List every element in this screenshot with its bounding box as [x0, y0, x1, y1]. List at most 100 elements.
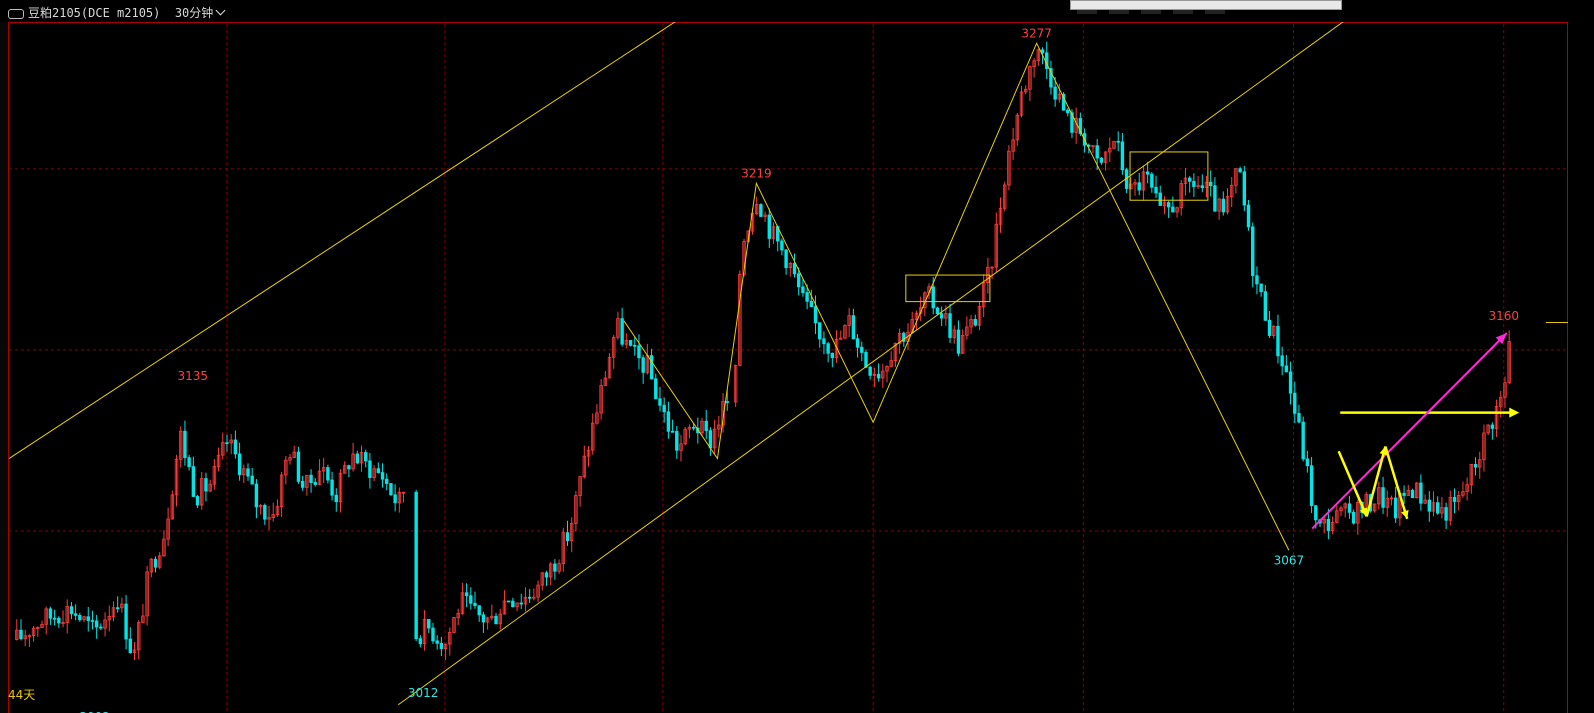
candle-down — [1251, 226, 1255, 277]
candle-down — [263, 504, 267, 520]
candle-down — [1347, 503, 1352, 513]
candle-down — [1187, 177, 1192, 182]
candle-down — [1452, 497, 1457, 502]
candle-down — [544, 572, 549, 578]
channel_upper-line — [8, 22, 676, 459]
tool-icon[interactable] — [1077, 10, 1097, 14]
candle-down — [347, 465, 351, 470]
candle-down — [376, 468, 381, 473]
candle-down — [675, 430, 679, 451]
candle-down — [818, 322, 822, 340]
left-scroll-gutter[interactable] — [0, 22, 9, 713]
candle-down — [473, 602, 477, 607]
candle-down — [553, 563, 557, 572]
interval-select[interactable]: 30分钟 — [175, 6, 213, 20]
chart-title-bar: 豆粕2105(DCE m2105) 30分钟 — [0, 0, 1594, 23]
candle-down — [1120, 141, 1125, 171]
candle-down — [666, 411, 671, 432]
candle-down — [124, 603, 128, 640]
candle-down — [237, 453, 242, 475]
price-marker — [1546, 322, 1568, 323]
candle-down — [368, 460, 372, 479]
candle-down — [780, 240, 784, 251]
price-axis[interactable] — [1546, 22, 1594, 713]
candle-down — [948, 313, 952, 338]
candle-down — [1314, 505, 1318, 521]
candle-down — [309, 474, 313, 483]
low-price-label: 3012 — [408, 686, 439, 700]
candle-down — [1208, 181, 1213, 187]
candle-down — [481, 614, 486, 623]
candle-down — [931, 286, 935, 309]
candle-down — [813, 306, 818, 324]
candle-down — [641, 357, 645, 373]
candle-down — [187, 457, 191, 468]
candle-down — [1246, 204, 1251, 228]
candle-down — [250, 475, 254, 485]
candle-down — [1419, 482, 1423, 504]
candle-down — [1099, 157, 1104, 163]
symbol-title: 豆粕2105(DCE m2105) — [28, 6, 161, 20]
candle-down — [1158, 192, 1162, 206]
candle-down — [704, 420, 708, 432]
candle-down — [233, 439, 238, 455]
candle-down — [380, 472, 385, 480]
candle-down — [1309, 465, 1314, 507]
candle-down — [364, 452, 368, 462]
title-text: 豆粕2105(DCE m2105) 30分钟 — [8, 4, 226, 21]
candle-down — [128, 638, 132, 654]
candle-down — [637, 345, 641, 359]
candle-down — [1288, 371, 1293, 394]
candle-down — [225, 442, 229, 445]
candle-down — [1293, 392, 1297, 414]
candle-down — [670, 430, 675, 433]
consolidation-box — [1129, 151, 1209, 201]
candle-down — [1305, 458, 1310, 467]
candle-down — [855, 338, 860, 348]
high-price-label: 3160 — [1488, 309, 1519, 323]
candle-down — [784, 249, 788, 269]
candle-down — [649, 355, 654, 380]
consolidation-box — [905, 274, 991, 303]
high-price-label: 3219 — [741, 166, 772, 180]
candle-down — [1276, 325, 1280, 357]
arrow-head — [1509, 407, 1520, 418]
candle-down — [326, 467, 330, 481]
low-price-label: 3067 — [1274, 553, 1305, 567]
link-icon[interactable] — [8, 8, 24, 19]
zigzag-trendline — [623, 42, 1290, 551]
candle-down — [1402, 492, 1406, 496]
candle-down — [94, 620, 99, 628]
wave-arrow-line — [1337, 450, 1368, 517]
candle-down — [427, 619, 431, 629]
candle-down — [759, 204, 763, 217]
chevron-down-icon[interactable] — [215, 5, 226, 16]
candle-down — [191, 466, 196, 497]
candle-down — [435, 640, 439, 644]
candle-down — [1116, 140, 1120, 143]
candle-down — [393, 494, 397, 504]
candle-down — [1200, 185, 1204, 189]
candle-down — [654, 378, 658, 400]
high-price-label: 3277 — [1021, 26, 1052, 40]
tool-icon[interactable] — [1173, 10, 1193, 14]
candlestick-chart[interactable]: 3002313530123219327730673160 — [0, 22, 1594, 713]
tool-icon[interactable] — [1141, 10, 1161, 14]
candle-down — [527, 596, 532, 599]
candle-down — [1297, 412, 1301, 423]
tool-icon[interactable] — [1109, 10, 1129, 14]
candle-down — [939, 313, 944, 319]
candle-down — [1410, 489, 1415, 499]
drawing-toolbar[interactable] — [1070, 0, 1342, 14]
candle-down — [851, 315, 856, 340]
candle-down — [90, 620, 95, 622]
candle-down — [1393, 497, 1398, 519]
candle-down — [1242, 171, 1247, 206]
tool-icon[interactable] — [1205, 10, 1225, 14]
candle-down — [1381, 487, 1385, 508]
candle-down — [477, 605, 481, 616]
candle-down — [183, 430, 187, 459]
candle-down — [1053, 86, 1057, 100]
candle-down — [506, 600, 511, 603]
candle-down — [826, 343, 830, 354]
